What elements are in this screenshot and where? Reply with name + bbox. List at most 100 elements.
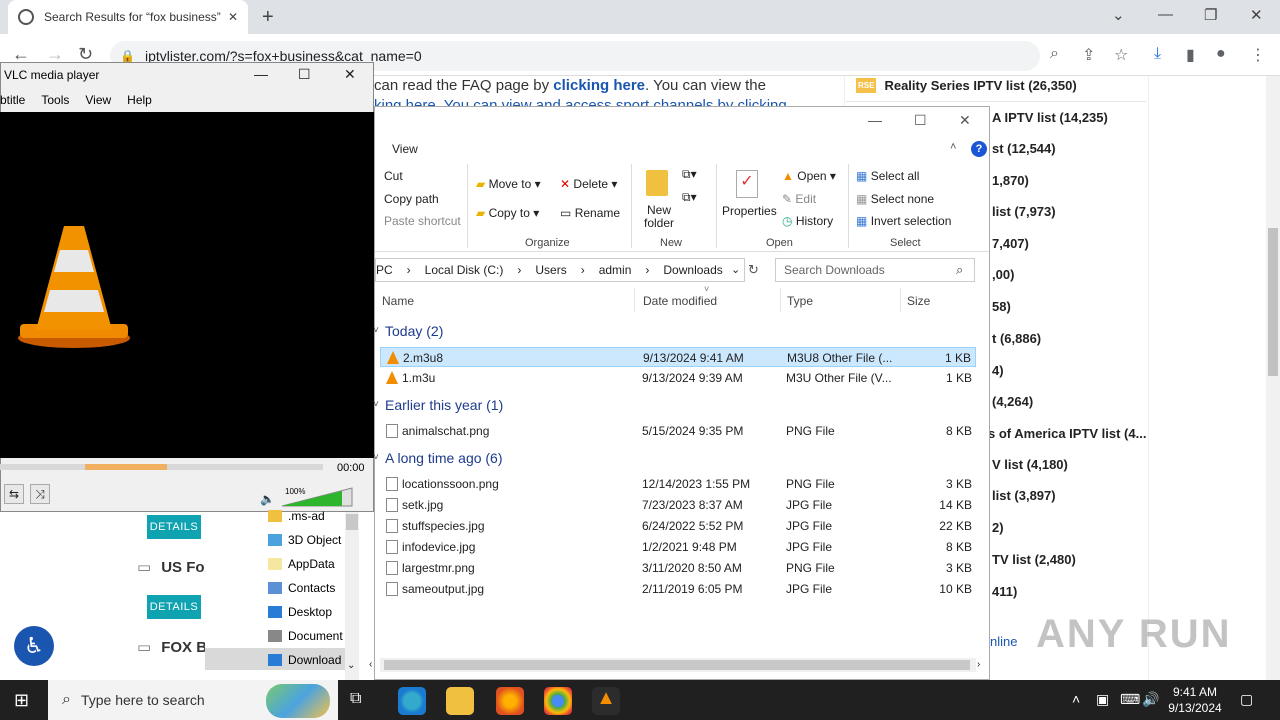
vlc-menu-tools[interactable]: Tools	[41, 93, 69, 111]
scroll-left-icon[interactable]: ‹	[369, 659, 372, 670]
column-name[interactable]: Name	[382, 294, 414, 308]
collapse-ribbon-icon[interactable]: ˄	[950, 141, 956, 153]
sidebar-item[interactable]: V list (4,180)	[990, 448, 1150, 480]
ribbon-tab-view[interactable]: View	[392, 142, 418, 156]
zoom-icon[interactable]: ⌕	[1050, 45, 1059, 63]
chrome-app-icon[interactable]	[544, 687, 572, 715]
vlc-loop-icon[interactable]: ⇆	[4, 484, 24, 504]
share-icon[interactable]: ⇪	[1082, 45, 1095, 65]
browser-tab[interactable]: Search Results for “fox business” ✕	[8, 0, 248, 34]
invert-selection-button[interactable]: ▦ Invert selection	[856, 214, 951, 228]
column-divider[interactable]	[634, 288, 635, 312]
tray-network-icon[interactable]: ▣	[1096, 691, 1109, 708]
page-scrollbar[interactable]	[1266, 76, 1280, 680]
sidebar-item[interactable]: 58)	[990, 290, 1150, 322]
address-breadcrumb[interactable]: PC › Local Disk (C:) › Users › admin › D…	[375, 258, 745, 282]
details-button[interactable]: DETAILS	[147, 515, 201, 539]
search-downloads-input[interactable]: Search Downloads	[775, 258, 975, 282]
history-button[interactable]: ◷ History	[782, 214, 833, 228]
rename-button[interactable]: ▭ Rename	[560, 206, 620, 220]
file-row[interactable]: stuffspecies.jpg 6/24/2022 5:52 PM JPG Fil…	[380, 516, 976, 536]
sidebar-item-reality[interactable]: RSE Reality Series IPTV list (26,350)	[846, 70, 1146, 102]
group-collapse-icon[interactable]: ˅	[373, 452, 379, 463]
select-all-button[interactable]: ▦ Select all	[856, 169, 919, 183]
vlc-app-icon[interactable]: ▲	[592, 687, 620, 715]
move-to-button[interactable]: ▰ Move to ▾	[476, 177, 541, 191]
file-row[interactable]: 2.m3u8 9/13/2024 9:41 AM M3U8 Other File (…	[380, 347, 976, 367]
minimize-button[interactable]: —	[1158, 6, 1173, 23]
sidebar-item[interactable]: s of America IPTV list (4...	[986, 417, 1146, 449]
more-menu-icon[interactable]: ⋮	[1250, 45, 1266, 65]
tree-node[interactable]: Document	[268, 629, 343, 643]
group-collapse-icon[interactable]: ˅	[373, 399, 379, 410]
breadcrumb-pc[interactable]: PC	[376, 263, 393, 277]
vlc-volume-slider[interactable]	[280, 486, 356, 508]
help-icon[interactable]: ?	[971, 141, 987, 157]
file-row[interactable]: locationssoon.png 12/14/2023 1:55 PM PNG F…	[380, 474, 976, 494]
scroll-right-icon[interactable]: ›	[977, 659, 980, 670]
file-group-header[interactable]: Earlier this year (1)	[385, 397, 503, 413]
file-row[interactable]: infodevice.jpg 1/2/2021 9:48 PM JPG File 8 …	[380, 537, 976, 557]
start-icon[interactable]: ⊞	[14, 690, 29, 711]
file-row[interactable]: largestmr.png 3/11/2020 8:50 AM PNG File 3 …	[380, 558, 976, 578]
vlc-video-area[interactable]	[0, 112, 374, 458]
edge-app-icon[interactable]	[398, 687, 426, 715]
column-divider[interactable]	[780, 288, 781, 312]
breadcrumb-admin[interactable]: admin	[599, 263, 632, 277]
file-row[interactable]: setk.jpg 7/23/2023 8:37 AM JPG File 14 KB	[380, 495, 976, 515]
explorer-minimize-button[interactable]: —	[868, 112, 882, 128]
sidebar-item[interactable]: t (6,886)	[990, 322, 1150, 354]
tree-node[interactable]: .ms-ad	[268, 509, 325, 523]
vlc-maximize-button[interactable]: ☐	[298, 66, 311, 83]
explorer-maximize-button[interactable]: ☐	[914, 112, 927, 129]
sidebar-item[interactable]: st (12,544)	[990, 132, 1150, 164]
sidebar-item[interactable]: 4)	[990, 354, 1150, 386]
vlc-minimize-button[interactable]: —	[254, 66, 268, 82]
sidebar-item[interactable]: (4,264)	[990, 385, 1150, 417]
explorer-scroll-thumb[interactable]	[384, 660, 970, 670]
tab-search-icon[interactable]: ⌄	[1112, 6, 1125, 24]
sidebar-item[interactable]: list (7,973)	[990, 195, 1150, 227]
column-date-modified[interactable]: Date modified	[643, 294, 717, 308]
accessibility-icon[interactable]: ♿	[14, 626, 54, 666]
address-dropdown-icon[interactable]: ⌄	[731, 263, 740, 276]
file-group-header[interactable]: A long time ago (6)	[385, 450, 503, 466]
tree-scrollbar[interactable]	[345, 512, 359, 680]
sidebar-item[interactable]: 7,407)	[990, 227, 1150, 259]
vlc-menu-help[interactable]: Help	[127, 93, 152, 111]
tree-node[interactable]: AppData	[268, 557, 335, 571]
sidebar-item[interactable]: TV list (2,480)	[990, 543, 1150, 575]
bookmark-star-icon[interactable]: ☆	[1114, 45, 1128, 65]
page-scroll-thumb[interactable]	[1268, 228, 1278, 376]
column-divider[interactable]	[900, 288, 901, 312]
vlc-menu-subtitle[interactable]: btitle	[0, 93, 25, 111]
cut-button[interactable]: Cut	[384, 169, 403, 183]
sidebar-item[interactable]: 411)	[990, 575, 1150, 607]
search-highlight-icon[interactable]	[266, 684, 330, 718]
tray-ethernet-icon[interactable]: ⌨	[1120, 691, 1140, 708]
tree-node[interactable]: 3D Object	[268, 533, 341, 547]
vlc-menu-view[interactable]: View	[85, 93, 111, 111]
file-row[interactable]: animalschat.png 5/15/2024 9:35 PM PNG File…	[380, 421, 976, 441]
sidebar-item[interactable]: list (3,897)	[990, 479, 1150, 511]
breadcrumb-users[interactable]: Users	[535, 263, 566, 277]
file-explorer-app-icon[interactable]	[446, 687, 474, 715]
faq-link[interactable]: clicking here	[553, 77, 645, 94]
tree-node[interactable]: Desktop	[268, 605, 332, 619]
sidebar-item[interactable]: 2)	[990, 511, 1150, 543]
channel-title[interactable]: ▭ FOX B	[137, 638, 207, 656]
taskbar-clock[interactable]: 9:41 AM 9/13/2024	[1160, 684, 1230, 716]
channel-title[interactable]: ▭ US Fox	[137, 558, 213, 576]
restore-button[interactable]: ❐	[1204, 6, 1217, 24]
refresh-icon[interactable]: ↻	[748, 262, 759, 278]
download-icon[interactable]: ⤓	[1154, 45, 1161, 63]
copy-path-button[interactable]: Copy path	[384, 192, 439, 206]
tray-chevron-icon[interactable]: ˄	[1072, 691, 1080, 707]
task-view-icon[interactable]: ⧉	[350, 690, 361, 708]
properties-button[interactable]: Properties	[722, 204, 777, 218]
copy-to-button[interactable]: ▰ Copy to ▾	[476, 206, 539, 220]
easy-access-icon[interactable]: ⧉▾	[682, 190, 697, 205]
details-button[interactable]: DETAILS	[147, 595, 201, 619]
vlc-shuffle-icon[interactable]: ⤨	[30, 484, 50, 504]
group-collapse-icon[interactable]: ˅	[373, 325, 379, 336]
